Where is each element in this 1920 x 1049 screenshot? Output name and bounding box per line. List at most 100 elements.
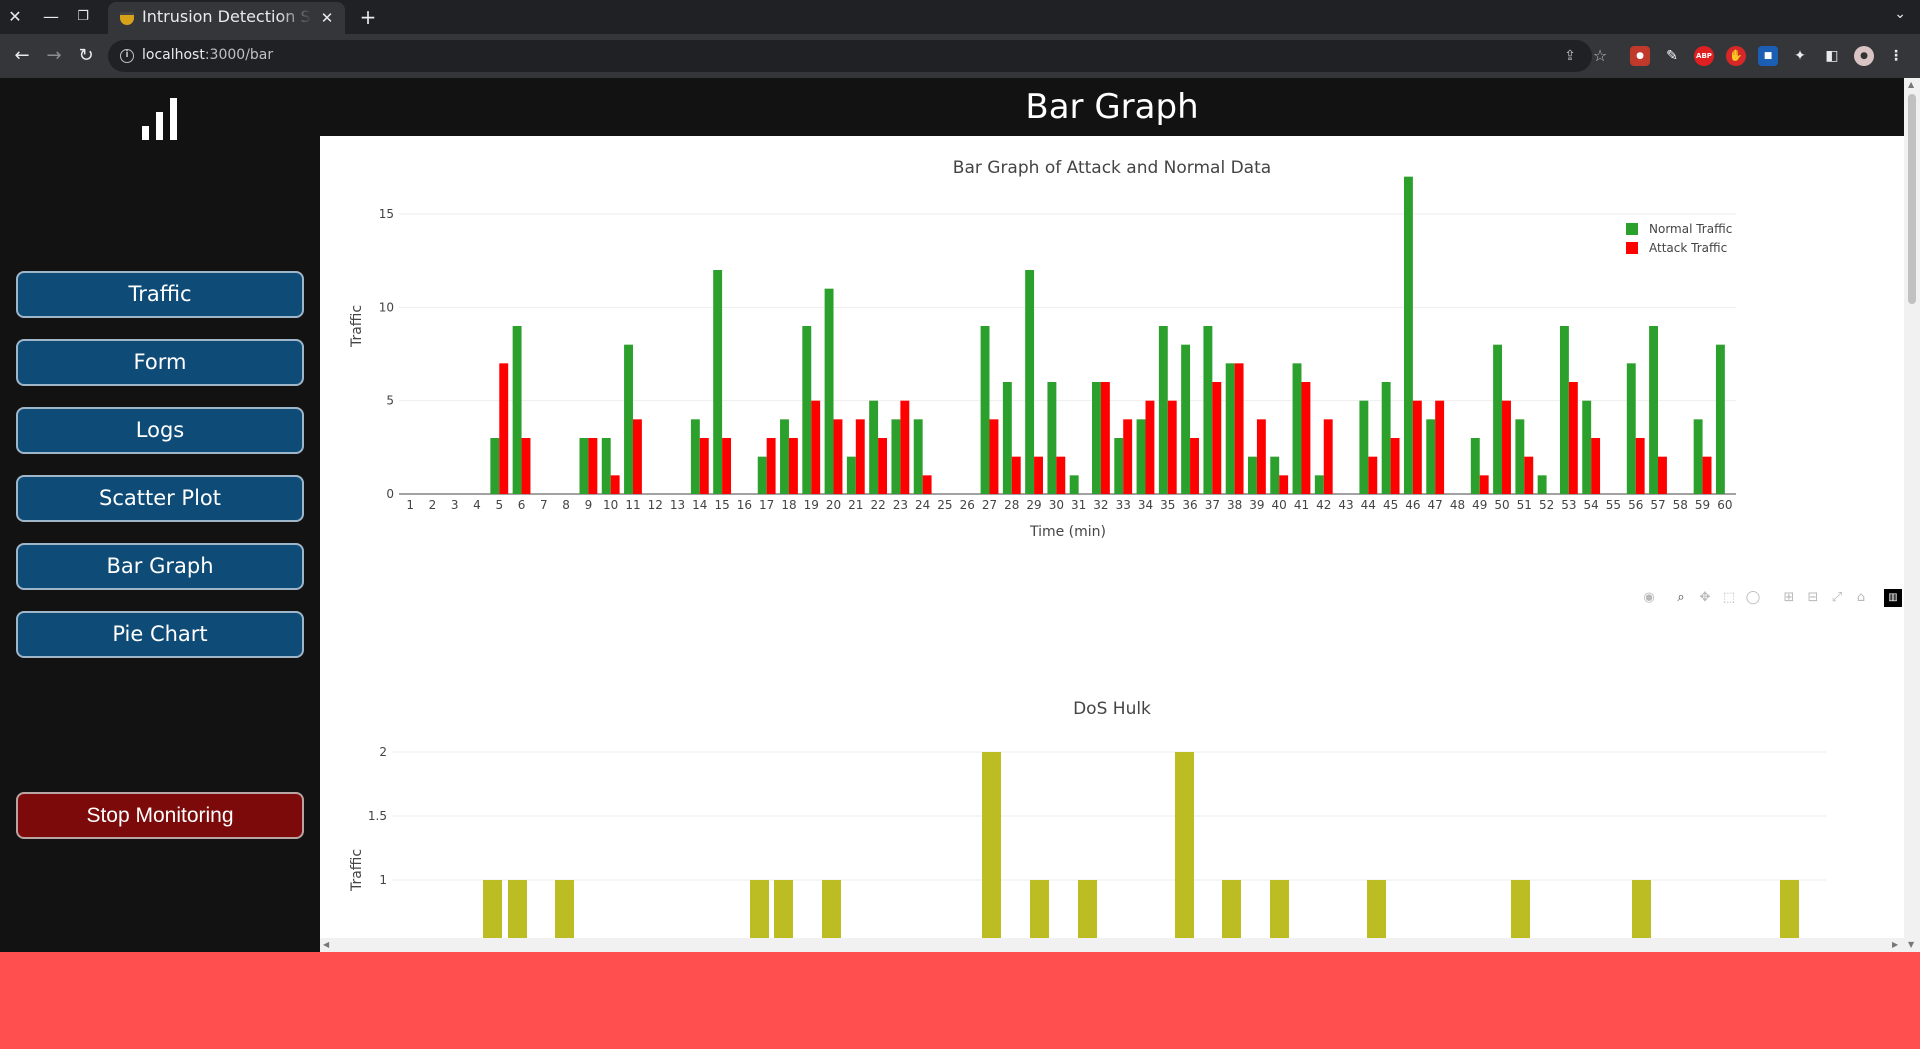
bar-normal xyxy=(1069,475,1079,494)
bar-dos-hulk xyxy=(1270,880,1289,938)
url-text[interactable]: localhost:3000/bar xyxy=(142,47,273,63)
y-tick-label: 1.5 xyxy=(368,809,387,823)
x-tick-label: 39 xyxy=(1249,498,1264,512)
tab-title: Intrusion Detection System xyxy=(142,7,312,26)
site-info-icon[interactable]: i xyxy=(120,49,134,63)
nav-button-form[interactable]: Form xyxy=(16,339,304,386)
bar-normal xyxy=(1359,400,1369,494)
legend-swatch xyxy=(1626,242,1638,254)
extensions-puzzle-icon[interactable]: ✦ xyxy=(1790,46,1810,66)
bar-attack xyxy=(1100,382,1110,494)
bar-normal xyxy=(601,438,611,494)
side-panel-icon[interactable]: ◧ xyxy=(1822,46,1842,66)
x-tick-label: 54 xyxy=(1584,498,1599,512)
bar-attack xyxy=(1301,382,1311,494)
x-tick-label: 49 xyxy=(1472,498,1487,512)
bar-attack xyxy=(1568,382,1578,494)
x-tick-label: 38 xyxy=(1227,498,1242,512)
vertical-scrollbar[interactable]: ▲ ▼ xyxy=(1904,78,1920,952)
bar-attack xyxy=(900,400,910,494)
bar-attack xyxy=(788,438,798,494)
profile-avatar[interactable]: ● xyxy=(1854,46,1874,66)
plotly-logo-icon[interactable]: ▥ xyxy=(1884,589,1902,607)
extension-red-icon[interactable]: ● xyxy=(1630,46,1650,66)
bar-normal xyxy=(1314,475,1324,494)
lasso-icon[interactable]: ◯ xyxy=(1744,589,1762,607)
x-tick-label: 37 xyxy=(1205,498,1220,512)
close-window-icon[interactable]: ✕ xyxy=(4,6,26,28)
reset-axes-icon[interactable]: ⌂ xyxy=(1852,589,1870,607)
camera-icon[interactable]: ◉ xyxy=(1640,589,1658,607)
restore-window-icon[interactable]: ❐ xyxy=(72,6,94,28)
bar-attack xyxy=(1390,438,1400,494)
box-select-icon[interactable]: ⬚ xyxy=(1720,589,1738,607)
x-tick-label: 56 xyxy=(1628,498,1643,512)
vertical-scrollbar-thumb[interactable] xyxy=(1908,94,1916,304)
zoom-icon[interactable]: ⌕ xyxy=(1672,589,1690,607)
x-tick-label: 7 xyxy=(540,498,548,512)
bar-attack xyxy=(1591,438,1601,494)
browser-tab-strip: ✕ — ❐ Intrusion Detection System ✕ + ⌄ xyxy=(0,0,1920,34)
nav-button-logs[interactable]: Logs xyxy=(16,407,304,454)
bar-attack xyxy=(1368,456,1378,494)
bar-normal xyxy=(1493,344,1503,494)
nav-button-bar-graph[interactable]: Bar Graph xyxy=(16,543,304,590)
pan-icon[interactable]: ✥ xyxy=(1696,589,1714,607)
bar-dos-hulk xyxy=(774,880,793,938)
bar-normal xyxy=(1225,363,1235,494)
share-icon[interactable]: ⇪ xyxy=(1560,46,1580,66)
adblock-plus-icon[interactable]: ABP xyxy=(1694,46,1714,66)
attack-normal-bar-chart[interactable]: Bar Graph of Attack and Normal Data 0 5 10 1… xyxy=(320,136,1904,588)
x-tick-label: 11 xyxy=(625,498,640,512)
kebab-menu-icon[interactable]: ⋮ xyxy=(1886,46,1906,66)
page-title: Bar Graph xyxy=(320,78,1904,136)
extension-hand-icon[interactable]: ✋ xyxy=(1726,46,1746,66)
new-tab-icon[interactable]: + xyxy=(356,5,380,29)
bar-attack xyxy=(1056,456,1066,494)
x-tick-label: 50 xyxy=(1494,498,1509,512)
bar-normal xyxy=(1381,382,1391,494)
bar-attack xyxy=(1702,456,1712,494)
stop-monitoring-button[interactable]: Stop Monitoring xyxy=(16,792,304,839)
bar-dos-hulk xyxy=(1632,880,1651,938)
tab-search-icon[interactable]: ⌄ xyxy=(1894,6,1906,22)
address-bar[interactable]: i localhost:3000/bar ⇪ ☆ xyxy=(108,40,1607,72)
autoscale-icon[interactable]: ⤢ xyxy=(1828,589,1846,607)
nav-button-scatter-plot[interactable]: Scatter Plot xyxy=(16,475,304,522)
bar-attack xyxy=(1323,419,1333,494)
bar-normal xyxy=(913,419,923,494)
bar-normal xyxy=(713,270,723,494)
back-arrow-icon[interactable]: ← xyxy=(10,44,34,68)
x-tick-label: 33 xyxy=(1116,498,1131,512)
x-tick-label: 20 xyxy=(826,498,841,512)
tab-close-icon[interactable]: ✕ xyxy=(317,8,337,28)
bar-normal xyxy=(512,326,522,494)
nav-button-traffic[interactable]: Traffic xyxy=(16,271,304,318)
horizontal-scrollbar[interactable]: ◀ ▶ xyxy=(320,938,1904,952)
x-tick-label: 55 xyxy=(1606,498,1621,512)
y-tick-label: 1 xyxy=(379,873,387,887)
bar-attack xyxy=(766,438,776,494)
bar-dos-hulk xyxy=(822,880,841,938)
bottom-background xyxy=(0,952,1920,1049)
extension-bird-icon[interactable]: ✎ xyxy=(1662,46,1682,66)
extension-blue-icon[interactable]: ■ xyxy=(1758,46,1778,66)
x-tick-label: 1 xyxy=(406,498,414,512)
dos-hulk-bar-chart[interactable]: DoS Hulk0.511.52Traffic xyxy=(320,608,1904,938)
bar-normal xyxy=(891,419,901,494)
y-tick-label: 2 xyxy=(379,745,387,759)
reload-icon[interactable]: ↻ xyxy=(74,44,98,68)
bar-normal xyxy=(1203,326,1213,494)
zoom-out-icon[interactable]: ⊟ xyxy=(1804,589,1822,607)
x-tick-label: 29 xyxy=(1026,498,1041,512)
nav-button-pie-chart[interactable]: Pie Chart xyxy=(16,611,304,658)
browser-tab[interactable]: Intrusion Detection System ✕ xyxy=(108,2,345,34)
x-tick-label: 47 xyxy=(1428,498,1443,512)
minimize-window-icon[interactable]: — xyxy=(40,6,62,28)
zoom-in-icon[interactable]: ⊞ xyxy=(1780,589,1798,607)
bar-normal xyxy=(1136,419,1146,494)
bar-normal xyxy=(1426,419,1436,494)
forward-arrow-icon[interactable]: → xyxy=(42,44,66,68)
bar-normal xyxy=(1158,326,1168,494)
bookmark-star-icon[interactable]: ☆ xyxy=(1590,46,1610,66)
